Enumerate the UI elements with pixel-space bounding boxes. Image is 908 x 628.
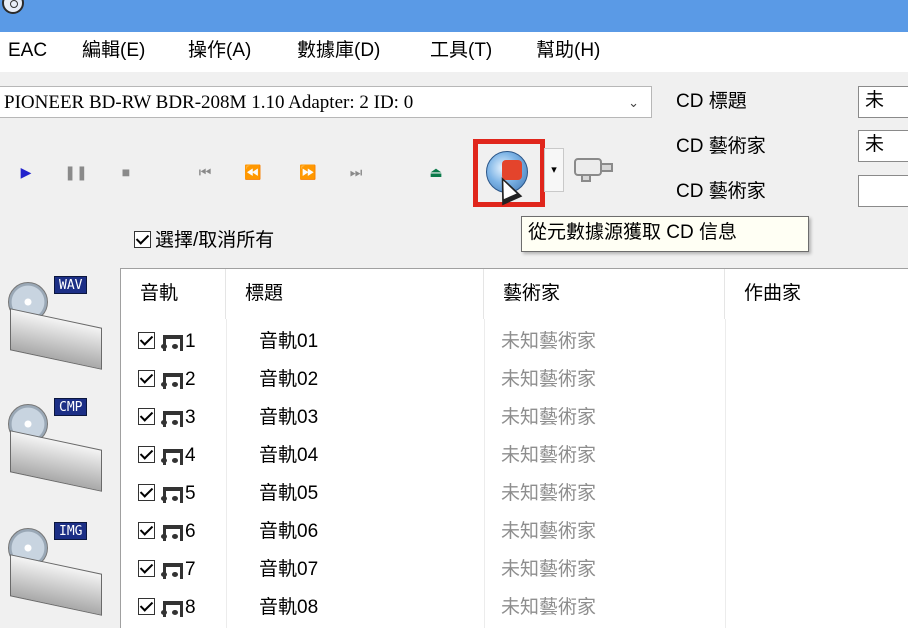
next-track-icon[interactable]: ⏭ <box>344 162 368 182</box>
drive-select[interactable]: PIONEER BD-RW BDR-208M 1.10 Adapter: 2 I… <box>0 86 652 118</box>
checkbox-icon <box>134 231 151 249</box>
menu-eac[interactable]: EAC <box>8 39 47 63</box>
menu-database[interactable]: 數據庫(D) <box>297 39 380 63</box>
track-title[interactable]: 音軌04 <box>259 437 318 475</box>
music-note-icon <box>161 408 183 427</box>
extract-compressed-button[interactable]: CMP <box>4 398 108 492</box>
music-note-icon <box>161 560 183 579</box>
track-checkbox[interactable] <box>138 408 155 426</box>
track-title[interactable]: 音軌02 <box>259 361 318 399</box>
track-artist[interactable]: 未知藝術家 <box>501 361 596 399</box>
track-number: 7 <box>185 559 196 580</box>
track-number: 6 <box>185 521 196 542</box>
menu-tools[interactable]: 工具(T) <box>430 39 492 63</box>
prev-track-icon[interactable]: ⏮ <box>193 162 217 182</box>
track-number: 2 <box>185 369 196 390</box>
chevron-down-icon: ⌄ <box>628 95 639 110</box>
track-checkbox[interactable] <box>138 560 155 578</box>
track-title[interactable]: 音軌03 <box>259 399 318 437</box>
music-note-icon <box>161 598 183 617</box>
track-artist[interactable]: 未知藝術家 <box>501 513 596 551</box>
metadata-dropdown-button[interactable]: ▾ <box>544 148 564 192</box>
track-artist[interactable]: 未知藝術家 <box>501 589 596 627</box>
track-checkbox[interactable] <box>138 332 155 350</box>
select-all-label: 選擇/取消所有 <box>155 230 275 251</box>
wav-tag: WAV <box>54 276 88 294</box>
cd-artist2-input[interactable] <box>858 175 908 207</box>
track-number: 3 <box>185 407 196 428</box>
track-number: 8 <box>185 597 196 618</box>
cd-title-label: CD 標題 <box>676 91 747 112</box>
table-row[interactable]: 5 音軌05 未知藝術家 <box>121 475 908 513</box>
music-note-icon <box>161 332 183 351</box>
menu-edit[interactable]: 編輯(E) <box>82 39 145 63</box>
cmp-tag: CMP <box>54 398 88 416</box>
cd-artist-label: CD 藝術家 <box>676 136 766 157</box>
track-title[interactable]: 音軌07 <box>259 551 318 589</box>
menu-bar: EAC 編輯(E) 操作(A) 數據庫(D) 工具(T) 幫助(H) <box>0 32 908 72</box>
title-bar <box>0 0 908 32</box>
track-number: 5 <box>185 483 196 504</box>
track-title[interactable]: 音軌01 <box>259 323 318 361</box>
drive-icon <box>10 554 102 616</box>
track-checkbox[interactable] <box>138 370 155 388</box>
music-note-icon <box>161 484 183 503</box>
app-icon[interactable] <box>2 0 24 14</box>
stop-icon[interactable]: ■ <box>114 162 138 182</box>
header-title[interactable]: 標題 <box>226 269 484 319</box>
cd-artist-input[interactable]: 未 <box>858 130 908 162</box>
table-row[interactable]: 6 音軌06 未知藝術家 <box>121 513 908 551</box>
music-note-icon <box>161 370 183 389</box>
drive-select-value: PIONEER BD-RW BDR-208M 1.10 Adapter: 2 I… <box>4 92 414 113</box>
table-row[interactable]: 3 音軌03 未知藝術家 <box>121 399 908 437</box>
track-artist[interactable]: 未知藝術家 <box>501 399 596 437</box>
header-track[interactable]: 音軌 <box>121 269 226 319</box>
pause-icon[interactable]: ❚❚ <box>64 162 88 182</box>
track-checkbox[interactable] <box>138 522 155 540</box>
create-image-button[interactable]: IMG <box>4 522 108 616</box>
drive-icon <box>10 430 102 492</box>
menu-help[interactable]: 幫助(H) <box>536 39 600 63</box>
cd-title-input[interactable]: 未 <box>858 86 908 118</box>
select-all-checkbox[interactable]: 選擇/取消所有 <box>134 229 274 255</box>
music-note-icon <box>161 522 183 541</box>
track-checkbox[interactable] <box>138 598 155 616</box>
fast-forward-icon[interactable]: ⏩ <box>296 162 320 182</box>
track-artist[interactable]: 未知藝術家 <box>501 551 596 589</box>
metadata-tooltip: 從元數據源獲取 CD 信息 <box>521 216 809 252</box>
track-title[interactable]: 音軌08 <box>259 589 318 627</box>
track-artist[interactable]: 未知藝術家 <box>501 323 596 361</box>
table-row[interactable]: 7 音軌07 未知藝術家 <box>121 551 908 589</box>
track-number: 1 <box>185 331 196 352</box>
track-number: 4 <box>185 445 196 466</box>
drive-icon <box>10 308 102 370</box>
track-checkbox[interactable] <box>138 446 155 464</box>
cd-artist2-label: CD 藝術家 <box>676 181 766 202</box>
header-composer[interactable]: 作曲家 <box>725 269 908 319</box>
track-title[interactable]: 音軌05 <box>259 475 318 513</box>
img-tag: IMG <box>54 522 88 540</box>
menu-action[interactable]: 操作(A) <box>188 39 251 63</box>
header-artist[interactable]: 藝術家 <box>484 269 725 319</box>
table-row[interactable]: 1 音軌01 未知藝術家 <box>121 323 908 361</box>
network-icon[interactable] <box>574 156 614 182</box>
track-checkbox[interactable] <box>138 484 155 502</box>
track-table: 音軌 標題 藝術家 作曲家 1 音軌01 未知藝術家 2 音軌02 未知藝術家 … <box>120 268 908 628</box>
table-row[interactable]: 8 音軌08 未知藝術家 <box>121 589 908 627</box>
music-note-icon <box>161 446 183 465</box>
track-title[interactable]: 音軌06 <box>259 513 318 551</box>
table-row[interactable]: 2 音軌02 未知藝術家 <box>121 361 908 399</box>
track-artist[interactable]: 未知藝術家 <box>501 437 596 475</box>
play-icon[interactable]: ▶ <box>14 162 38 182</box>
table-row[interactable]: 4 音軌04 未知藝術家 <box>121 437 908 475</box>
rewind-icon[interactable]: ⏪ <box>241 162 265 182</box>
track-artist[interactable]: 未知藝術家 <box>501 475 596 513</box>
extract-wav-button[interactable]: WAV <box>4 276 108 370</box>
eject-icon[interactable]: ⏏ <box>424 162 448 182</box>
